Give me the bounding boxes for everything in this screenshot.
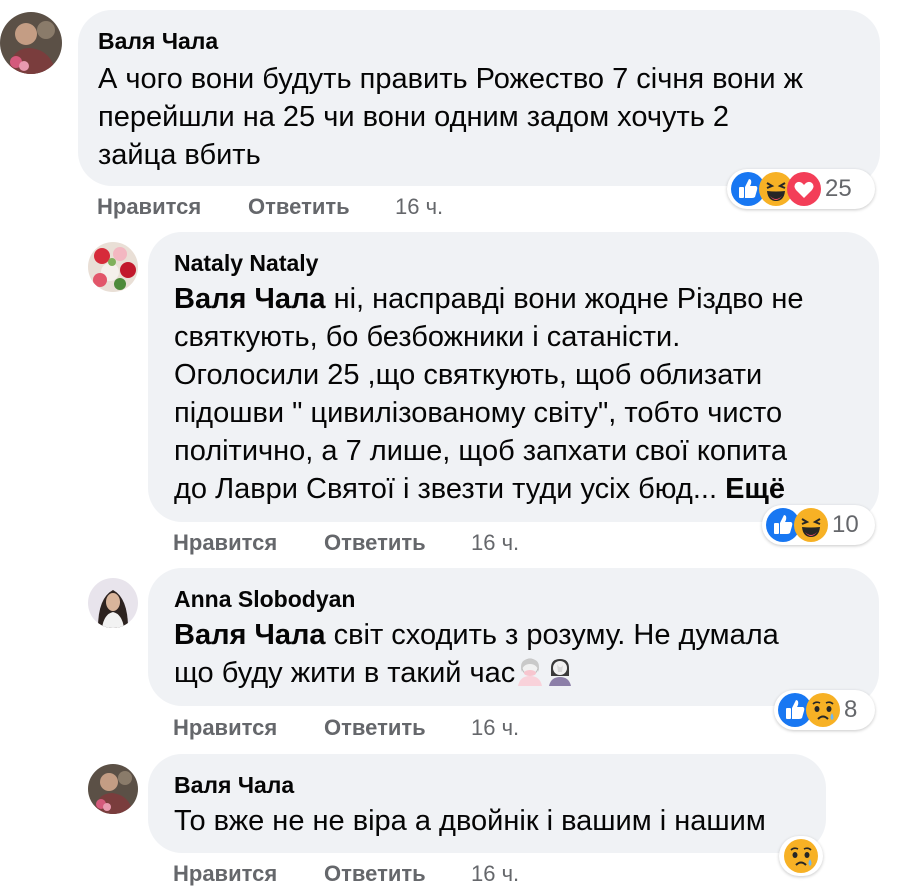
avatar[interactable] — [0, 12, 62, 74]
avatar[interactable] — [88, 578, 138, 628]
comment-line: Оголосили 25 ,що святкують, щоб облизати — [174, 359, 763, 391]
like-button[interactable]: Нравится — [97, 194, 201, 220]
timestamp[interactable]: 16 ч. — [471, 861, 519, 887]
comment-text: Валя Чала ні, насправді вони жодне Різдв… — [174, 280, 804, 508]
comment-line: А чого вони будуть править Рожество 7 сі… — [98, 63, 803, 95]
comment-line: до Лаври Святої і звезти туди усіх бюд..… — [174, 473, 726, 505]
reply-button[interactable]: Ответить — [324, 861, 426, 887]
reactions-summary[interactable] — [779, 836, 823, 876]
comment-line: ні, насправді вони жодне Різдво не — [325, 283, 804, 315]
like-button[interactable]: Нравится — [173, 530, 277, 556]
comment-line: що буду жити в такий час — [174, 657, 516, 689]
comment-text: То вже не не віра а двойнік і вашим і на… — [174, 802, 766, 840]
reply-button[interactable]: Ответить — [324, 530, 426, 556]
haha-icon — [794, 508, 828, 542]
see-more-link[interactable]: Ещё — [725, 473, 785, 505]
reaction-count: 8 — [844, 696, 858, 723]
timestamp[interactable]: 16 ч. — [471, 715, 519, 741]
comment-line: світ сходить з розуму. Не думала — [325, 619, 779, 651]
reactions-summary[interactable]: 25 — [727, 169, 875, 209]
reply-button[interactable]: Ответить — [324, 715, 426, 741]
reactions-summary[interactable]: 8 — [774, 690, 875, 730]
comment-line: То вже не не віра а двойнік і вашим і на… — [174, 805, 766, 837]
comment-author[interactable]: Anna Slobodyan — [174, 586, 355, 613]
comment-author[interactable]: Валя Чала — [98, 28, 218, 55]
reactions-summary[interactable]: 10 — [762, 505, 875, 545]
comment-text: А чого вони будуть править Рожество 7 сі… — [98, 60, 803, 174]
reaction-count: 25 — [825, 175, 852, 202]
woman-facepalming-emoji — [545, 656, 575, 696]
like-button[interactable]: Нравится — [173, 715, 277, 741]
sad-icon — [784, 839, 818, 873]
woman-hands-over-mouth-emoji — [515, 656, 545, 696]
like-button[interactable]: Нравится — [173, 861, 277, 887]
comment-line: святкують, бо безбожники і сатаністи. — [174, 321, 681, 353]
mention-link[interactable]: Валя Чала — [174, 619, 326, 651]
comment-author[interactable]: Nataly Nataly — [174, 250, 318, 277]
reply-button[interactable]: Ответить — [248, 194, 350, 220]
comment-line: політично, а 7 лише, щоб запхати свої ко… — [174, 435, 788, 467]
comment-author[interactable]: Валя Чала — [174, 772, 294, 799]
comment-line: зайца вбить — [98, 139, 261, 171]
comment-line: підошви " цивилізованому світу", тобто ч… — [174, 397, 783, 429]
comment-line: перейшли на 25 чи вони одним задом хочут… — [98, 101, 730, 133]
avatar[interactable] — [88, 764, 138, 814]
timestamp[interactable]: 16 ч. — [395, 194, 443, 220]
reaction-count: 10 — [832, 511, 859, 538]
timestamp[interactable]: 16 ч. — [471, 530, 519, 556]
comment-text: Валя Чала світ сходить з розуму. Не дума… — [174, 616, 779, 696]
avatar[interactable] — [88, 242, 138, 292]
mention-link[interactable]: Валя Чала — [174, 283, 326, 315]
love-icon — [787, 172, 821, 206]
sad-icon — [806, 693, 840, 727]
